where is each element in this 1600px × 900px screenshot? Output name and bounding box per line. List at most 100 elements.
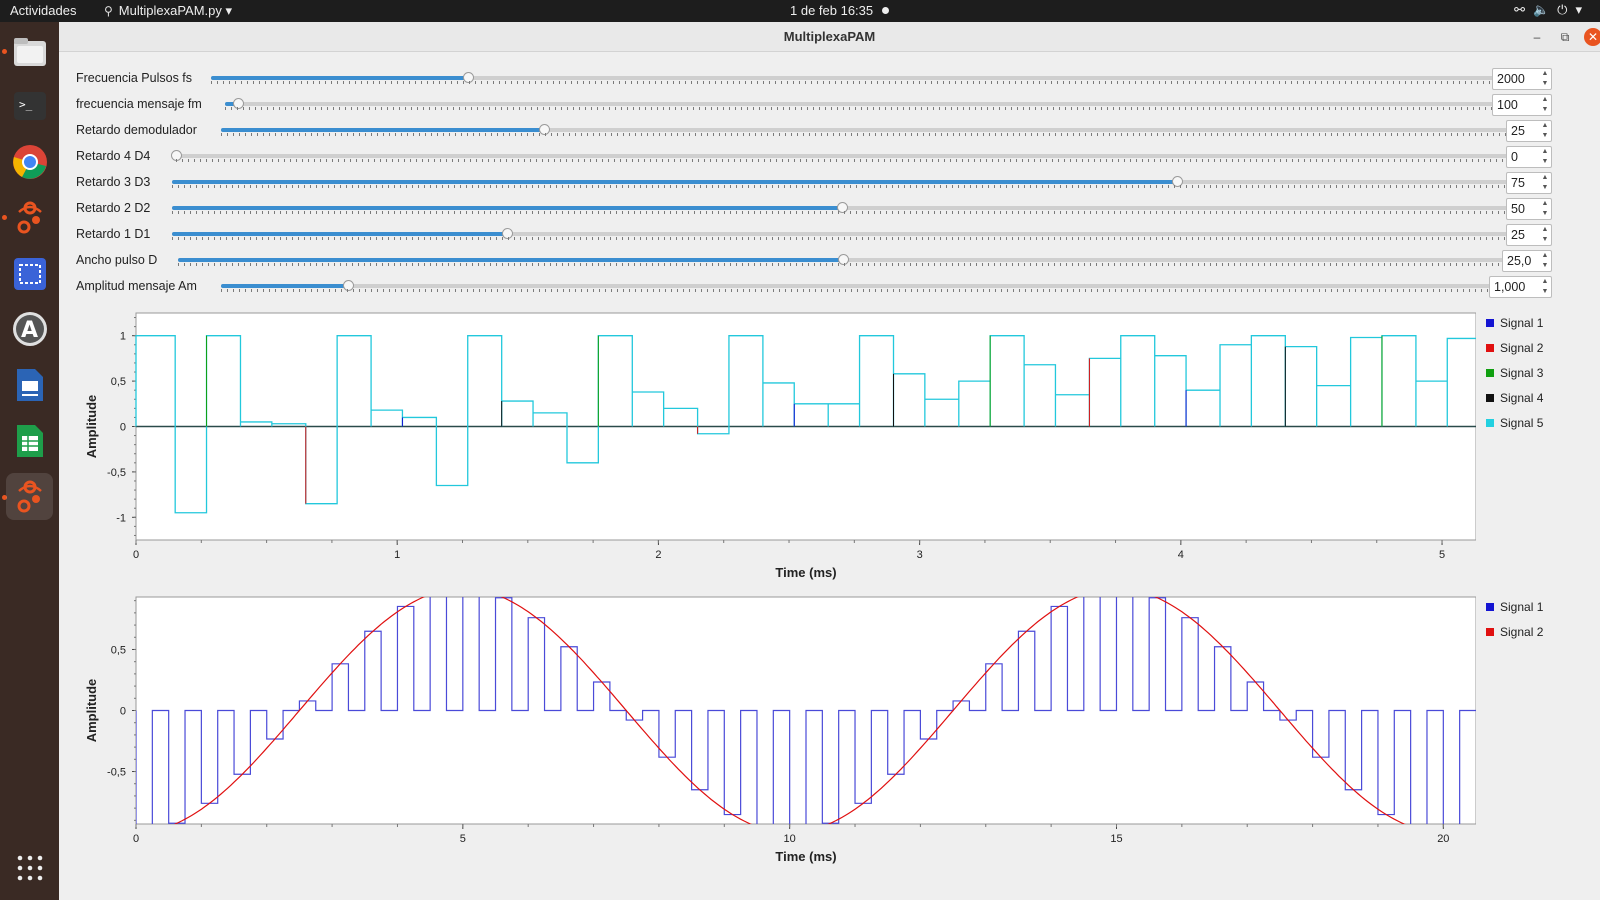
legend-label: Signal 5 — [1500, 415, 1544, 430]
slider[interactable] — [172, 228, 1512, 239]
spinbox-value: 0 — [1511, 150, 1518, 164]
slider-fill — [178, 258, 843, 262]
power-icon: ⏻ — [1557, 2, 1576, 17]
spinbox-value: 1,000 — [1494, 280, 1526, 294]
y-tick-label: 1 — [120, 331, 126, 343]
app-menu[interactable]: ⚲ MultiplexaPAM.py ▾ — [104, 3, 232, 19]
window-title: MultiplexaPAM — [783, 29, 876, 44]
y-axis-title: Amplitude — [84, 679, 99, 743]
slider-fill — [221, 284, 349, 288]
show-apps-icon[interactable] — [6, 844, 53, 891]
screenshot-icon[interactable] — [6, 250, 53, 297]
writer-icon[interactable] — [6, 361, 53, 408]
slider-fill — [172, 206, 842, 210]
value-spinbox[interactable]: 25,0 ▲ ▼ — [1502, 250, 1552, 272]
software-center-icon[interactable]: A — [6, 305, 53, 352]
spinbox-arrows-icon[interactable]: ▲ ▼ — [1540, 199, 1550, 219]
spinbox-arrows-icon[interactable]: ▲ ▼ — [1540, 147, 1550, 167]
slider-ticks — [225, 107, 1498, 110]
svg-text:A: A — [21, 318, 38, 343]
title-bar[interactable]: MultiplexaPAM – ⧉ ✕ — [59, 22, 1600, 52]
maximize-icon[interactable]: ⧉ — [1556, 28, 1574, 46]
value-spinbox[interactable]: 25 ▲ ▼ — [1506, 224, 1552, 246]
legend-item[interactable]: Signal 2 — [1486, 335, 1543, 360]
spinbox-arrows-icon[interactable]: ▲ ▼ — [1540, 251, 1550, 271]
files-icon[interactable] — [6, 28, 53, 75]
value-spinbox[interactable]: 50 ▲ ▼ — [1506, 198, 1552, 220]
gnuradio-icon: ⚲ — [104, 4, 113, 18]
slider[interactable] — [221, 280, 1495, 291]
time-plot-1[interactable]: 1 0,5 0 -0,5 -1 0 1 2 3 4 5 Time (ms) Amplitude Sign… — [76, 308, 1596, 584]
x-tick-label: 5 — [1439, 549, 1445, 561]
slider[interactable] — [221, 124, 1512, 135]
x-tick-label: 4 — [1178, 549, 1184, 561]
legend-swatch — [1486, 393, 1494, 402]
multiplexapam-app-icon[interactable] — [6, 473, 53, 520]
minimize-icon[interactable]: – — [1528, 28, 1546, 46]
app-window: MultiplexaPAM – ⧉ ✕ Frecuencia Pulsos fs… — [59, 22, 1600, 900]
slider[interactable] — [172, 202, 1512, 213]
clock[interactable]: 1 de feb 16:35 — [790, 3, 873, 18]
spinbox-arrows-icon[interactable]: ▲ ▼ — [1540, 277, 1550, 297]
y-tick-label: 0,5 — [111, 644, 126, 656]
slider-label: Retardo 2 D2 — [76, 201, 151, 215]
legend-item[interactable]: Signal 1 — [1486, 594, 1543, 619]
legend-item[interactable]: Signal 2 — [1486, 619, 1543, 644]
spinbox-value: 25,0 — [1507, 254, 1532, 268]
legend-label: Signal 4 — [1500, 390, 1544, 405]
terminal-icon[interactable]: >_ — [6, 82, 53, 129]
legend-swatch — [1486, 343, 1494, 352]
time-plot-2[interactable]: 0,5 0 -0,5 0 5 10 15 20 Time (ms) Amplitude Signa… — [76, 592, 1596, 898]
value-spinbox[interactable]: 75 ▲ ▼ — [1506, 172, 1552, 194]
slider-row: Ancho pulso D 25,0 ▲ ▼ — [59, 249, 1600, 273]
value-spinbox[interactable]: 2000 ▲ ▼ — [1492, 68, 1552, 90]
slider[interactable] — [172, 176, 1512, 187]
top-bar: Actividades ⚲ MultiplexaPAM.py ▾ 1 de feb… — [0, 0, 1600, 22]
spinbox-arrows-icon[interactable]: ▲ ▼ — [1540, 121, 1550, 141]
value-spinbox[interactable]: 0 ▲ ▼ — [1506, 146, 1552, 168]
legend-label: Signal 3 — [1500, 365, 1544, 380]
y-tick-label: -1 — [116, 512, 126, 524]
legend-item[interactable]: Signal 5 — [1486, 410, 1543, 435]
legend-item[interactable]: Signal 4 — [1486, 385, 1543, 410]
slider-row: Retardo 2 D2 50 ▲ ▼ — [59, 197, 1600, 221]
activities-button[interactable]: Actividades — [10, 3, 76, 18]
slider-ticks — [211, 81, 1498, 84]
legend-item[interactable]: Signal 3 — [1486, 360, 1543, 385]
slider-row: Retardo 1 D1 25 ▲ ▼ — [59, 223, 1600, 247]
slider-label: Ancho pulso D — [76, 253, 158, 267]
value-spinbox[interactable]: 25 ▲ ▼ — [1506, 120, 1552, 142]
spinbox-value: 25 — [1511, 124, 1525, 138]
slider[interactable] — [211, 72, 1498, 83]
y-axis-title: Amplitude — [84, 395, 99, 459]
legend-label: Signal 1 — [1500, 599, 1544, 614]
spinbox-value: 25 — [1511, 228, 1525, 242]
value-spinbox[interactable]: 1,000 ▲ ▼ — [1489, 276, 1552, 298]
slider-ticks — [172, 211, 1512, 214]
slider[interactable] — [171, 150, 1512, 161]
close-icon[interactable]: ✕ — [1584, 28, 1600, 46]
slider[interactable] — [178, 254, 1508, 265]
gnuradio-companion-icon[interactable] — [6, 194, 53, 241]
legend-swatch — [1486, 627, 1494, 636]
legend-item[interactable]: Signal 1 — [1486, 310, 1543, 335]
slider-row: Frecuencia Pulsos fs 2000 ▲ ▼ — [59, 67, 1600, 91]
x-tick-label: 0 — [133, 549, 139, 561]
spinbox-arrows-icon[interactable]: ▲ ▼ — [1540, 69, 1550, 89]
slider-fill — [172, 180, 1177, 184]
chevron-down-icon: ▾ — [1575, 2, 1590, 17]
spinbox-arrows-icon[interactable]: ▲ ▼ — [1540, 173, 1550, 193]
plot-canvas-2[interactable]: 0,5 0 -0,5 0 5 10 15 20 Time (ms) Amplitude — [76, 592, 1476, 898]
chrome-icon[interactable] — [6, 138, 53, 185]
slider-ticks — [176, 159, 1512, 162]
calc-icon[interactable] — [6, 417, 53, 464]
slider[interactable] — [225, 98, 1498, 109]
plot-canvas-1[interactable]: 1 0,5 0 -0,5 -1 0 1 2 3 4 5 Time (ms) Amplitude — [76, 308, 1476, 584]
system-menu[interactable]: ⚯🔈⏻▾ — [1514, 2, 1590, 18]
spinbox-arrows-icon[interactable]: ▲ ▼ — [1540, 95, 1550, 115]
value-spinbox[interactable]: 100 ▲ ▼ — [1492, 94, 1552, 116]
chevron-down-icon: ▾ — [225, 3, 233, 18]
slider-row: Amplitud mensaje Am 1,000 ▲ ▼ — [59, 275, 1600, 299]
slider-row: Retardo 4 D4 0 ▲ ▼ — [59, 145, 1600, 169]
spinbox-arrows-icon[interactable]: ▲ ▼ — [1540, 225, 1550, 245]
